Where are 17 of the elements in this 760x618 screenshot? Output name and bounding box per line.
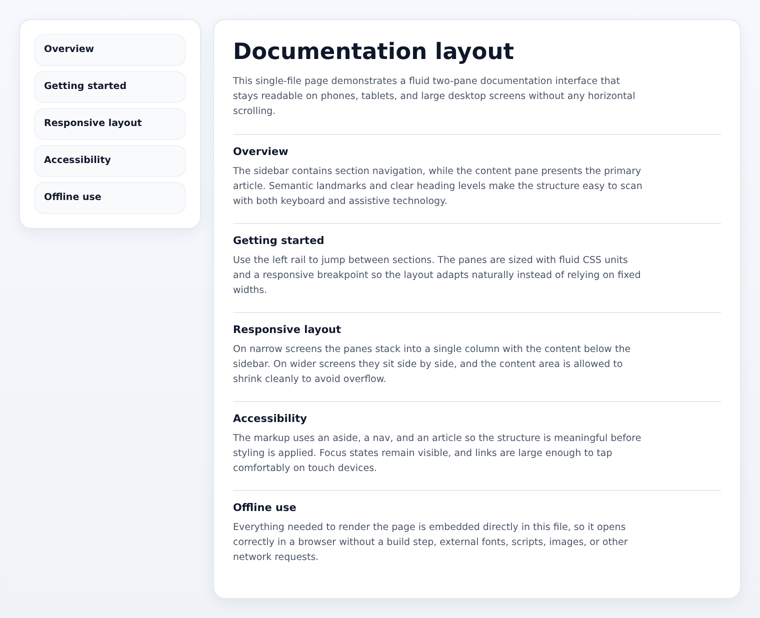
section-text: The markup uses an aside, a nav, and an article so the structure is meaningful before styling is applied. Focus states remain visible, and links are large enough to tap comfortably on touch devices.: [233, 432, 642, 476]
section-heading: Accessibility: [233, 412, 308, 427]
section-text: Everything needed to render the page is embedded directly in this file, so it opens correctly in a browser without a build step, external fonts, scripts, images, or other network requests.: [233, 521, 629, 565]
nav-link[interactable]: Overview: [34, 34, 186, 66]
section-heading: Getting started: [233, 234, 326, 249]
section-heading: Overview: [233, 145, 290, 160]
section-heading: Responsive layout: [233, 323, 342, 338]
nav-link[interactable]: Responsive layout: [34, 108, 186, 140]
page-title: Documentation layout: [233, 38, 516, 67]
section-text: Use the left rail to jump between sections. The panes are sized with fluid CSS units and a responsive breakpoint so the layout adapts naturally instead of relying on fixed widths.: [233, 254, 642, 298]
nav-link[interactable]: Getting started: [34, 71, 186, 103]
intro-text: This single-file page demonstrates a fluid two-pane documentation interface that stays readable on phones, tablets, and large desktop screens without any horizontal scrolling.: [233, 75, 636, 119]
section-text: The sidebar contains section navigation, while the content pane presents the primary article. Semantic landmarks and clear heading levels make the structure easy to scan with both keyboard and assistive technology.: [233, 165, 644, 209]
section-heading: Offline use: [233, 501, 298, 516]
nav-link[interactable]: Offline use: [34, 182, 186, 214]
section-text: On narrow screens the panes stack into a single column with the content below the sidebar. On wider screens they sit side by side, and the content area is allowed to shrink cleanly to avoid overflow.: [233, 343, 632, 387]
nav-link[interactable]: Accessibility: [34, 145, 186, 177]
